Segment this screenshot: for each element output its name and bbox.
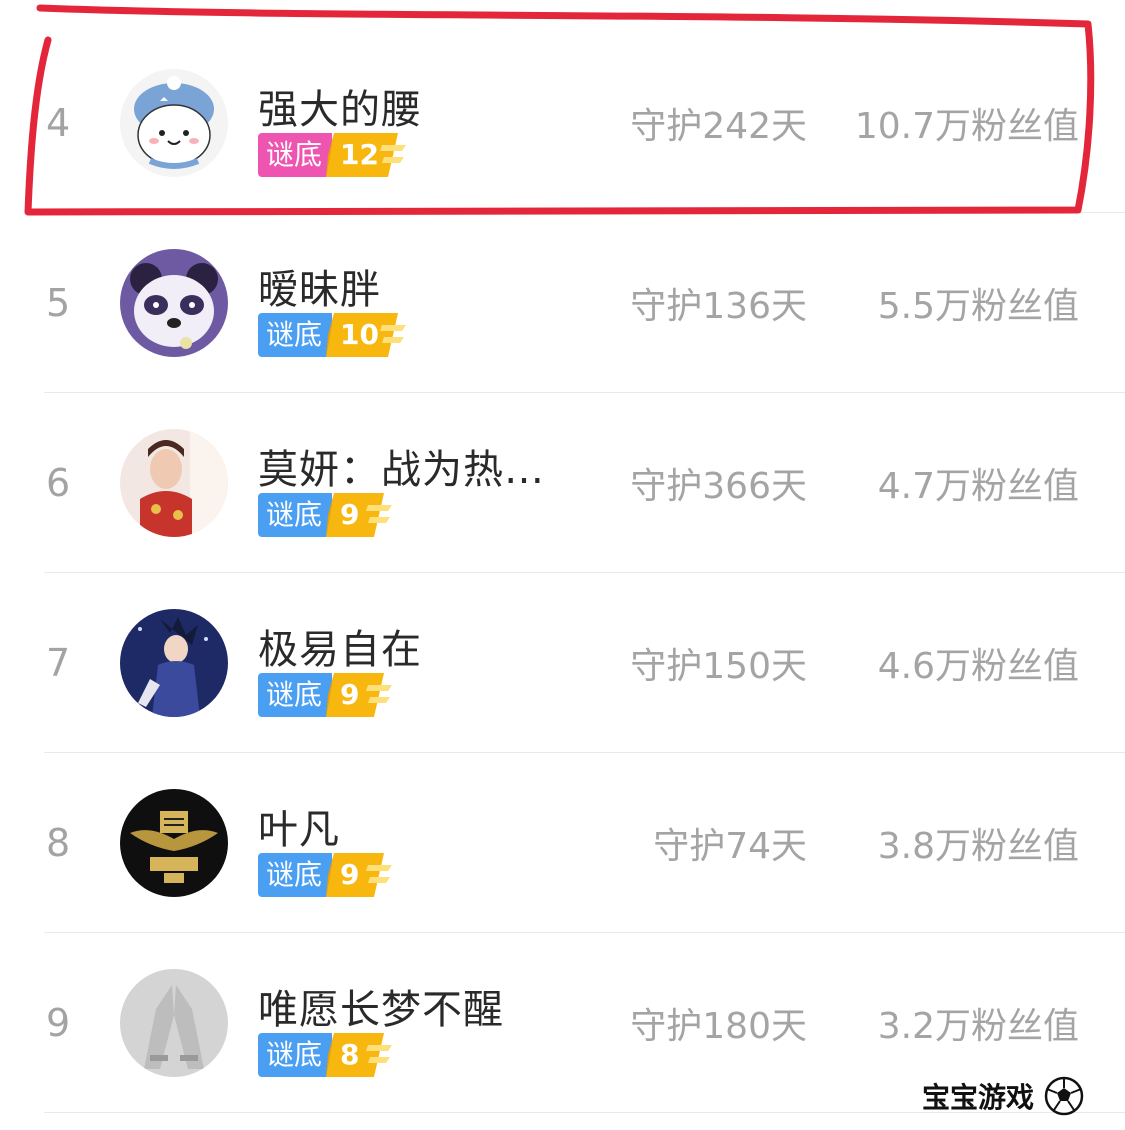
fan-badge: 谜底 9 — [258, 673, 410, 717]
badge-level: 9 — [326, 853, 410, 897]
badge-label: 谜底 — [258, 133, 333, 177]
fan-badge: 谜底 12 — [258, 133, 410, 177]
avatar[interactable] — [120, 69, 228, 177]
avatar[interactable] — [120, 789, 228, 897]
guard-days: 守护150天 — [630, 646, 807, 687]
user-name[interactable]: 暧昧胖 — [258, 257, 381, 315]
user-name[interactable]: 莫妍：战为热… — [258, 437, 545, 495]
badge-label: 谜底 — [258, 313, 333, 357]
fan-value: 5.5万粉丝值 — [877, 286, 1079, 327]
badge-level: 9 — [326, 493, 410, 537]
rank-number: 4 — [46, 101, 71, 145]
fan-badge: 谜底 8 — [258, 1033, 410, 1077]
guard-days: 守护366天 — [630, 466, 807, 507]
ranking-row-5[interactable]: 5 暧昧胖 谜底 10 守护136天 5.5万粉丝值 — [0, 213, 1125, 393]
badge-label: 谜底 — [258, 1033, 333, 1077]
badge-level: 12 — [326, 133, 410, 177]
avatar[interactable] — [120, 249, 228, 357]
fan-value: 3.8万粉丝值 — [877, 826, 1079, 867]
fan-value: 4.7万粉丝值 — [877, 466, 1079, 507]
fan-badge: 谜底 10 — [258, 313, 410, 357]
fan-value: 10.7万粉丝值 — [854, 106, 1079, 147]
guard-days: 守护136天 — [630, 286, 807, 327]
rank-number: 8 — [46, 821, 71, 865]
ranking-row-6[interactable]: 6 莫妍：战为热… 谜底 9 守护366天 4.7万粉丝值 — [0, 393, 1125, 573]
user-name[interactable]: 极易自在 — [258, 617, 422, 675]
fan-value: 4.6万粉丝值 — [877, 646, 1079, 687]
badge-label: 谜底 — [258, 673, 333, 717]
ranking-row-4[interactable]: 4 强大的腰 谜底 12 守护242天 10.7万粉丝值 — [0, 33, 1125, 213]
rank-number: 9 — [46, 1001, 71, 1045]
user-name[interactable]: 叶凡 — [258, 797, 340, 855]
badge-label: 谜底 — [258, 853, 333, 897]
user-name[interactable]: 强大的腰 — [258, 77, 422, 135]
badge-level: 10 — [326, 313, 410, 357]
rank-number: 7 — [46, 641, 71, 685]
guard-days: 守护74天 — [653, 826, 807, 867]
rank-number: 5 — [46, 281, 71, 325]
watermark-text: 宝宝游戏 — [922, 1081, 1035, 1114]
ranking-row-7[interactable]: 7 极易自在 谜底 9 守护150天 4.6万粉丝值 — [0, 573, 1125, 753]
badge-label: 谜底 — [258, 493, 333, 537]
ranking-row-8[interactable]: 8 叶凡 谜底 9 守护74天 3.8万粉丝值 — [0, 753, 1125, 933]
avatar[interactable] — [120, 429, 228, 537]
fan-badge: 谜底 9 — [258, 493, 410, 537]
fan-value: 3.2万粉丝值 — [877, 1006, 1079, 1047]
guard-days: 守护242天 — [630, 106, 807, 147]
watermark: 宝宝游戏 — [922, 1076, 1084, 1116]
badge-level: 9 — [326, 673, 410, 717]
badge-level: 8 — [326, 1033, 410, 1077]
avatar[interactable] — [120, 609, 228, 717]
avatar[interactable] — [120, 969, 228, 1077]
rank-number: 6 — [46, 461, 71, 505]
guard-days: 守护180天 — [630, 1006, 807, 1047]
fan-ranking-list: 4 强大的腰 谜底 12 守护242天 10.7万粉丝值 5 暧昧胖 谜底 10… — [0, 33, 1125, 1113]
soccer-ball-icon — [1044, 1076, 1084, 1116]
user-name[interactable]: 唯愿长梦不醒 — [258, 977, 504, 1035]
fan-badge: 谜底 9 — [258, 853, 410, 897]
